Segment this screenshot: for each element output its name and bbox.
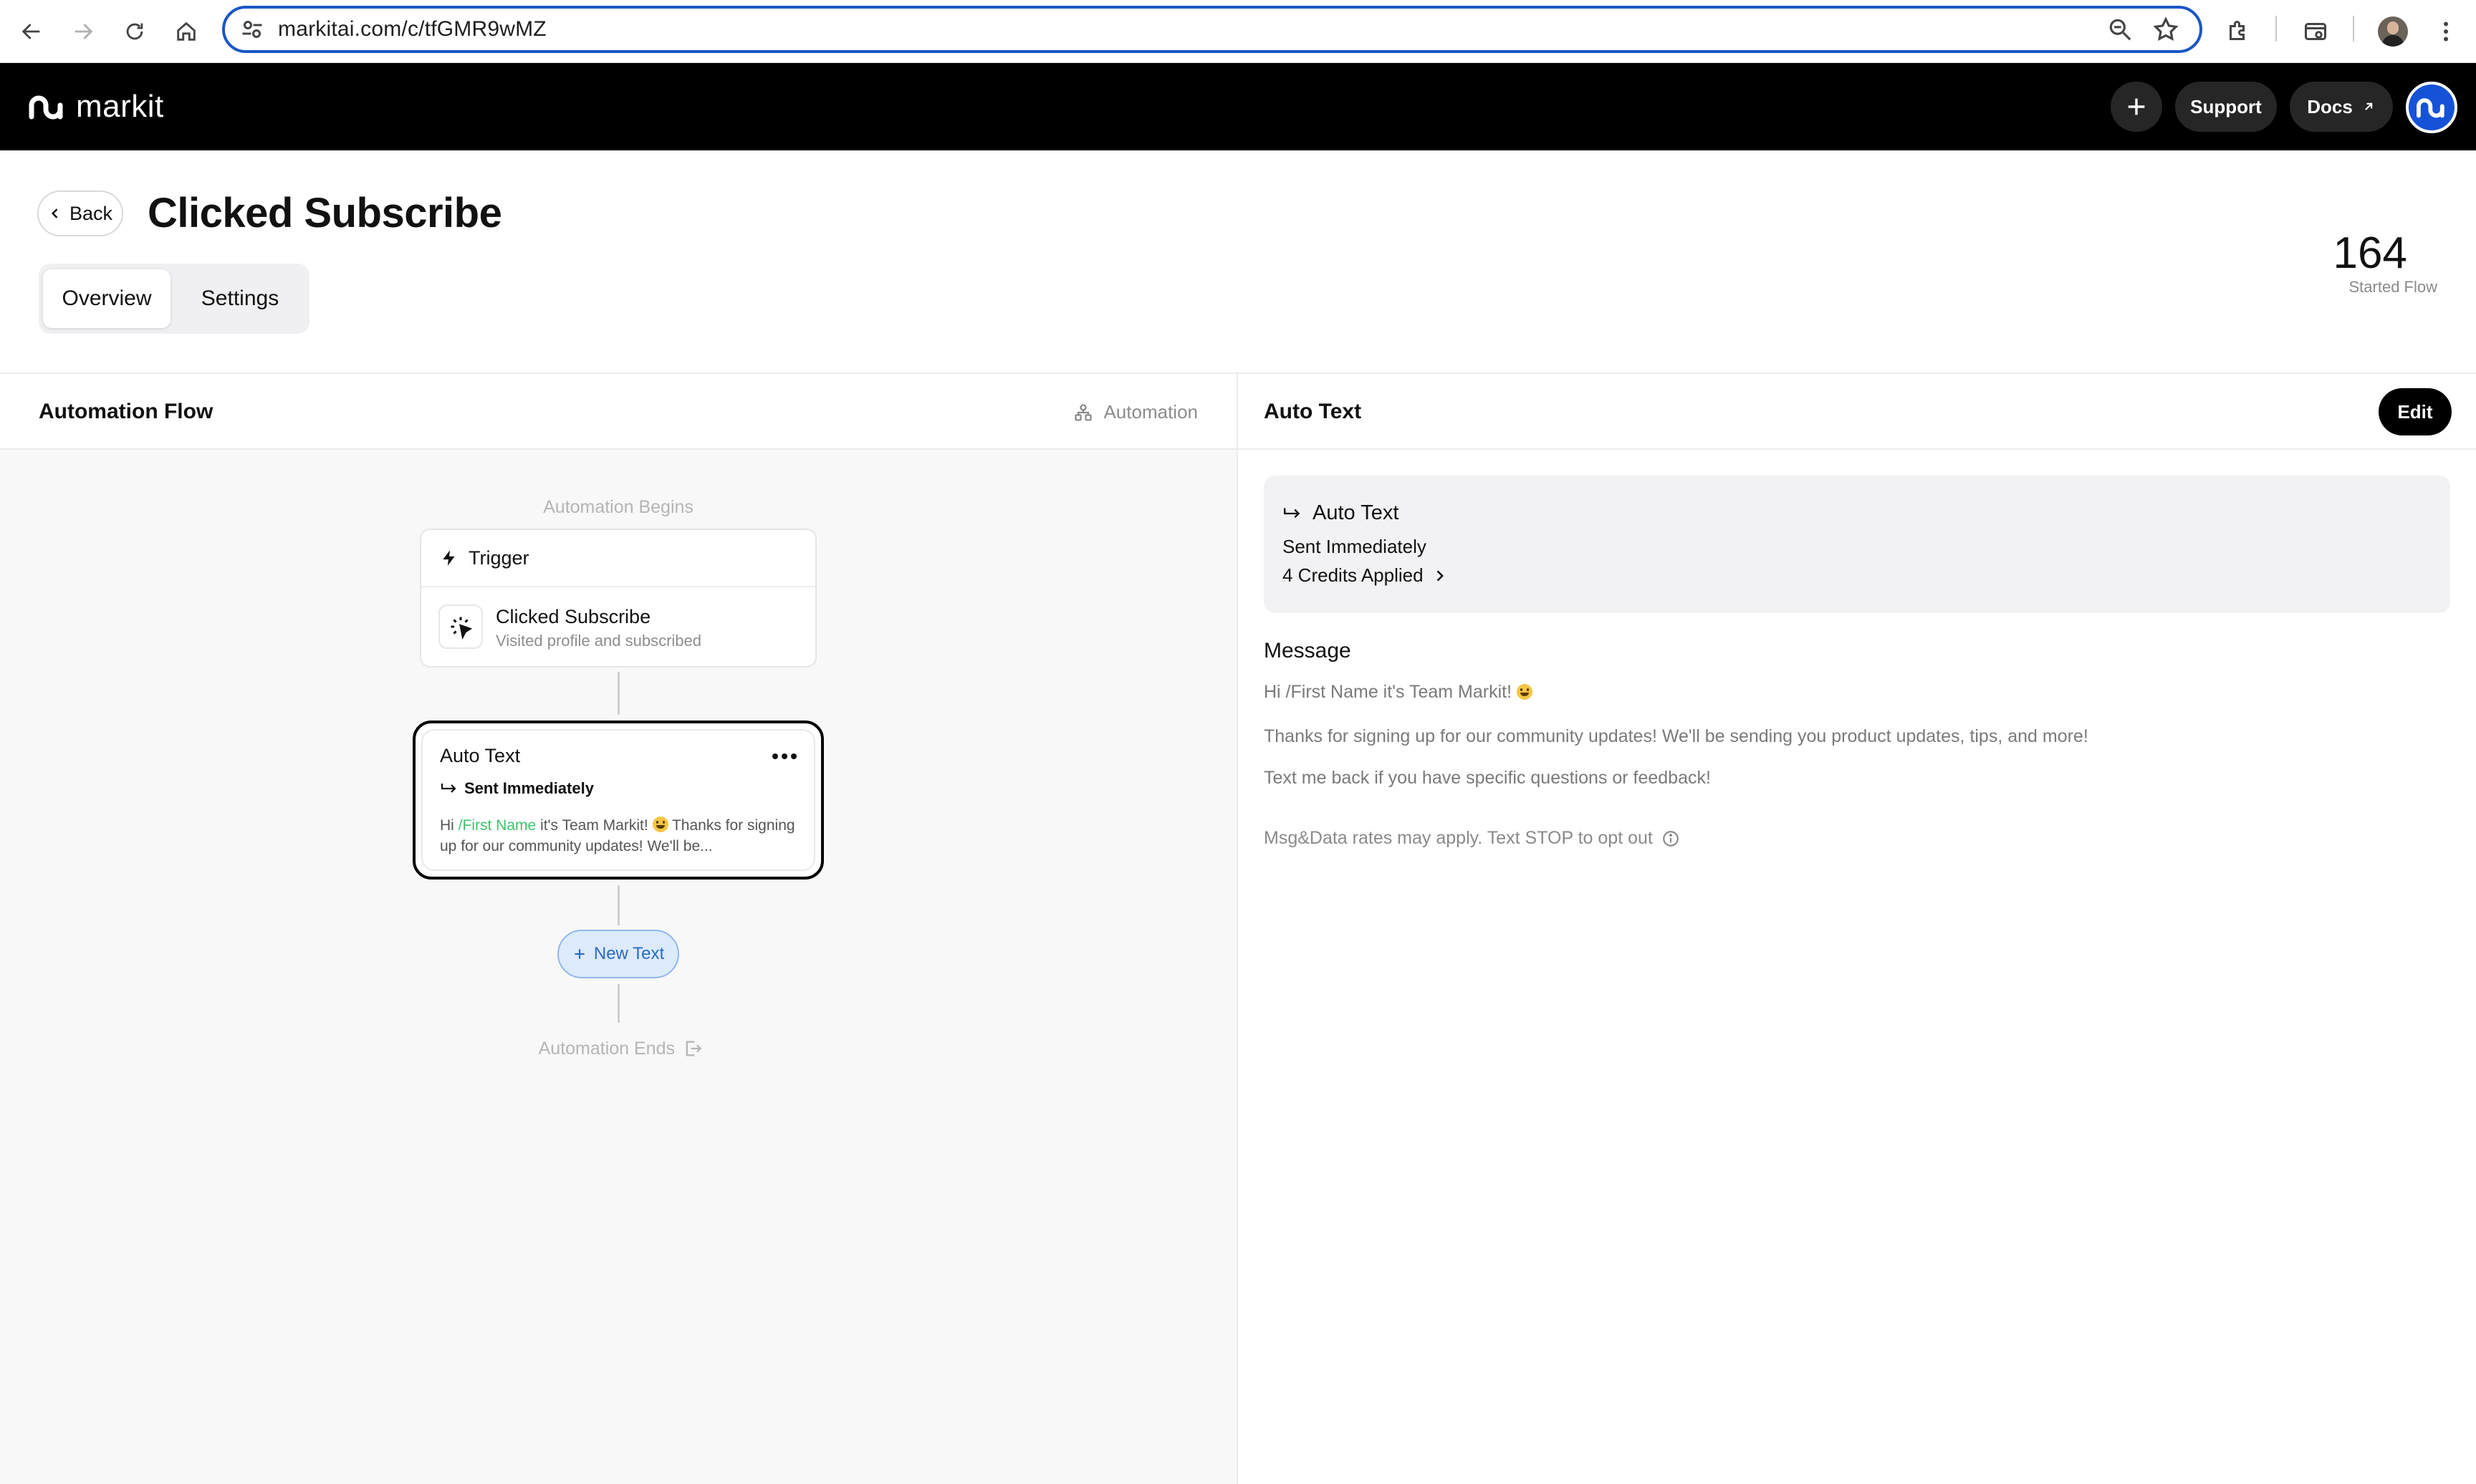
started-flow-label: Started Flow (2348, 278, 2438, 296)
panel-title: Automation Flow (39, 400, 213, 423)
disclaimer-text: Msg&Data rates may apply. Text STOP to o… (1264, 828, 1653, 848)
reload-icon[interactable] (113, 10, 156, 53)
plus-icon (575, 949, 585, 959)
site-settings-icon[interactable] (239, 16, 265, 42)
credits-applied-link[interactable]: 4 Credits Applied (1282, 564, 1446, 587)
preview-prefix: Hi (440, 817, 459, 834)
lightning-icon (443, 550, 455, 566)
trigger-description: Visited profile and subscribed (496, 632, 701, 650)
account-avatar[interactable] (2406, 82, 2457, 133)
automation-ends-label: Automation Ends (538, 1039, 675, 1059)
summary-name: Auto Text (1313, 501, 1399, 524)
docs-label: Docs (2307, 95, 2353, 117)
forward-arrow-icon[interactable] (62, 10, 105, 53)
zoom-icon[interactable] (2106, 16, 2134, 43)
edit-label: Edit (2397, 400, 2433, 423)
step-summary-box: Auto Text Sent Immediately 4 Credits App… (1264, 476, 2450, 613)
detail-title: Auto Text (1264, 400, 1362, 423)
home-icon[interactable] (165, 10, 208, 53)
automation-begins-label: Automation Begins (543, 497, 694, 517)
step-message-preview: Hi /First Name it's Team Markit! Thanks … (440, 815, 798, 857)
tab-label: Settings (201, 286, 279, 310)
extensions-icon[interactable] (2217, 10, 2260, 53)
markit-logo-icon (2417, 98, 2444, 118)
trigger-header: Trigger (421, 530, 815, 587)
browser-toolbar: markitai.com/c/tfGMR9wMZ (0, 0, 2476, 63)
reply-arrow-icon (1284, 507, 1300, 518)
star-icon[interactable] (2152, 16, 2179, 43)
summary-name-row: Auto Text (1282, 501, 1398, 525)
profile-button[interactable] (2371, 10, 2414, 53)
reply-arrow-icon (441, 784, 456, 793)
tab-label: Overview (62, 286, 152, 310)
preview-mid: it's Team Markit! (536, 817, 653, 834)
docs-button[interactable]: Docs (2290, 82, 2393, 132)
message-line: Text me back if you have specific questi… (1264, 768, 1711, 788)
trigger-name: Clicked Subscribe (496, 606, 651, 627)
flow-connector (618, 672, 620, 715)
automation-icon (1075, 403, 1093, 421)
step-timing-label: Sent Immediately (464, 779, 594, 797)
new-text-label: New Text (593, 944, 665, 963)
back-label: Back (69, 202, 113, 224)
tab-bar: Overview Settings (39, 264, 310, 334)
back-button[interactable]: Back (37, 191, 123, 236)
flow-connector (618, 885, 620, 925)
click-cursor-icon (438, 604, 483, 649)
message-line: Hi /First Name it's Team Markit! (1264, 682, 1532, 703)
credits-label: 4 Credits Applied (1282, 564, 1424, 586)
step-timing: Sent Immediately (440, 779, 594, 798)
info-icon[interactable] (1661, 829, 1680, 848)
started-flow-count: 164 (2333, 228, 2407, 278)
edit-button[interactable]: Edit (2379, 388, 2452, 435)
message-heading: Message (1264, 639, 1351, 662)
first-name-variable: /First Name (458, 817, 537, 834)
message-line: Thanks for signing up for our community … (1264, 726, 2088, 746)
tab-search-icon[interactable] (2294, 10, 2337, 53)
opt-out-disclaimer: Msg&Data rates may apply. Text STOP to o… (1264, 828, 1680, 849)
exit-icon (686, 1041, 702, 1056)
trigger-card[interactable]: Trigger Clicked Subscribe Visited profil… (420, 529, 817, 668)
auto-text-step-card[interactable]: Auto Text Sent Immediately Hi /First Nam… (413, 721, 824, 880)
tab-settings[interactable]: Settings (175, 269, 305, 328)
plus-icon (2128, 98, 2145, 115)
trigger-header-label: Trigger (469, 546, 529, 569)
automation-tag-label: Automation (1103, 401, 1198, 423)
toolbar-separator (2275, 16, 2277, 42)
smile-emoji-icon (652, 816, 668, 832)
app-header: markit Support Docs (0, 63, 2476, 150)
automation-tag: Automation (1073, 401, 1198, 423)
page-title: Clicked Subscribe (148, 190, 502, 236)
detail-header-divider (1238, 448, 2476, 450)
chevron-right-icon (1436, 569, 1444, 582)
toolbar-separator (2353, 16, 2354, 42)
back-arrow-icon[interactable] (10, 10, 53, 53)
message-line-text: Hi /First Name it's Team Markit! (1264, 682, 1512, 702)
support-button[interactable]: Support (2175, 82, 2277, 132)
address-bar[interactable]: markitai.com/c/tfGMR9wMZ (222, 6, 2202, 53)
external-link-icon (2364, 102, 2373, 110)
markit-logo-icon (29, 95, 63, 120)
smile-emoji-icon (1516, 684, 1532, 700)
panel-divider (1237, 374, 1238, 1484)
panel-header: Automation Flow Automation (0, 374, 1237, 450)
brand-logo[interactable]: markit (27, 89, 164, 125)
new-text-button[interactable]: New Text (557, 930, 679, 978)
support-label: Support (2190, 95, 2262, 117)
flow-connector (618, 984, 620, 1023)
avatar (2378, 16, 2408, 47)
ellipsis-icon[interactable] (772, 753, 797, 761)
url-text[interactable]: markitai.com/c/tfGMR9wMZ (278, 17, 547, 42)
summary-timing: Sent Immediately (1282, 536, 1426, 557)
chevron-left-icon (51, 208, 58, 218)
kebab-menu-icon[interactable] (2424, 10, 2467, 53)
step-title: Auto Text (440, 745, 521, 766)
add-button[interactable] (2111, 82, 2162, 132)
brand-name: markit (76, 89, 164, 124)
tab-overview[interactable]: Overview (43, 269, 171, 328)
